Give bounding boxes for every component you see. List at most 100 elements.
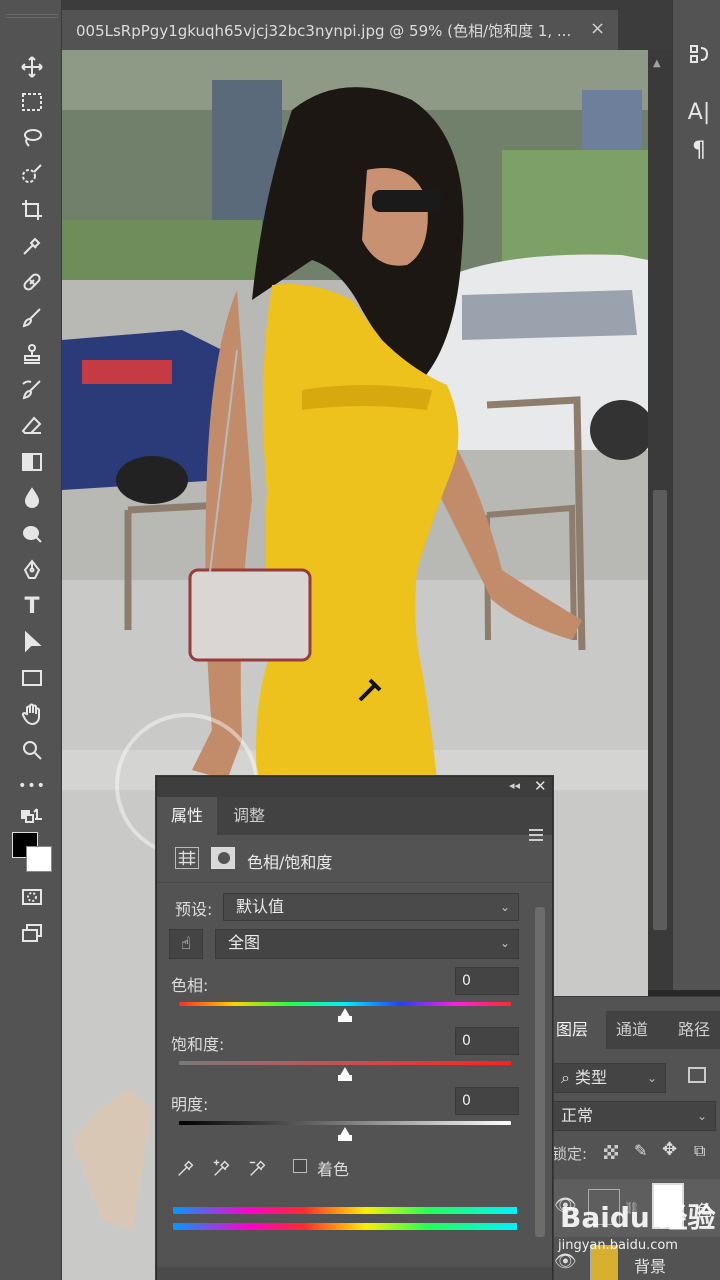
layer-filter-value: 类型 [575, 1068, 608, 1087]
eyedropper-icon[interactable] [175, 1157, 199, 1181]
history-panel-icon[interactable] [685, 42, 713, 72]
collapse-panel-icon[interactable]: ◂◂ [509, 779, 520, 792]
tab-channels[interactable]: 通道 [616, 1011, 666, 1049]
right-panel-strip: A| ¶ [672, 0, 720, 990]
close-document-icon[interactable]: × [590, 18, 605, 39]
range-select[interactable]: 全图 ⌄ [215, 929, 519, 959]
canvas-scrollbar[interactable]: ▲ [648, 50, 672, 990]
eyedropper-add-icon[interactable] [211, 1157, 235, 1181]
layers-panel-tabs: 图层 通道 路径 [548, 1011, 720, 1049]
type-tool-icon[interactable]: T [14, 591, 50, 621]
path-select-tool-icon[interactable] [14, 627, 50, 657]
brush-tool-icon[interactable] [14, 303, 50, 333]
quick-select-tool-icon[interactable] [14, 159, 50, 189]
dodge-tool-icon[interactable] [14, 519, 50, 549]
more-tools-icon[interactable]: ••• [14, 771, 50, 801]
lock-transparency-icon[interactable] [604, 1145, 618, 1159]
swap-colors-icon[interactable] [14, 803, 50, 827]
properties-scrollbar[interactable] [535, 907, 545, 1267]
properties-panel-titlebar[interactable]: ◂◂ ✕ [157, 777, 552, 797]
lock-label: 锁定: [552, 1145, 588, 1163]
lock-pixels-icon[interactable]: ✎ [634, 1141, 647, 1160]
saturation-slider-handle[interactable] [338, 1067, 352, 1081]
zoom-tool-icon[interactable] [14, 735, 50, 765]
tab-adjustments[interactable]: 调整 [219, 797, 279, 835]
chevron-down-icon: ⌄ [499, 900, 510, 914]
more-tools-glyph: ••• [18, 778, 46, 794]
type-tool-glyph: T [24, 593, 40, 619]
rectangle-tool-icon[interactable] [14, 663, 50, 693]
properties-tabs: 属性 调整 [157, 797, 552, 841]
paragraph-panel-icon[interactable]: ¶ [685, 138, 713, 168]
layer-mask-icon[interactable] [211, 847, 235, 869]
colorize-label: 着色 [317, 1160, 350, 1179]
canvas-scroll-thumb[interactable] [653, 490, 667, 930]
tab-paths[interactable]: 路径 [678, 1011, 720, 1049]
hue-slider-track[interactable] [179, 1002, 511, 1006]
properties-scroll-thumb[interactable] [535, 907, 545, 1237]
hue-slider-handle[interactable] [338, 1008, 352, 1022]
scroll-up-icon[interactable]: ▲ [653, 58, 661, 69]
search-icon: ⌕ [561, 1068, 576, 1087]
blend-mode-value: 正常 [561, 1106, 594, 1125]
hand-tool-icon[interactable] [14, 699, 50, 729]
healing-brush-tool-icon[interactable] [14, 267, 50, 297]
layer-filter-select[interactable]: ⌕ 类型 ⌄ [552, 1063, 666, 1093]
hue-saturation-icon[interactable] [175, 847, 199, 869]
toolbar-grip[interactable] [6, 14, 58, 18]
chevron-down-icon: ⌄ [646, 1071, 657, 1085]
eyedropper-subtract-icon[interactable] [247, 1157, 271, 1181]
document-tab-bar: 005LsRpPgy1gkuqh65vjcj32bc3nynpi.jpg @ 5… [62, 0, 672, 50]
lasso-tool-icon[interactable] [14, 123, 50, 153]
hue-input[interactable]: 0 [455, 967, 519, 995]
colorize-checkbox[interactable] [293, 1159, 307, 1173]
eraser-tool-icon[interactable] [14, 411, 50, 441]
preset-select[interactable]: 默认值 ⌄ [223, 893, 519, 921]
watermark-url: jingyan.baidu.com [558, 1238, 678, 1253]
paragraph-panel-glyph: ¶ [692, 138, 706, 163]
blur-tool-icon[interactable] [14, 483, 50, 513]
tab-properties[interactable]: 属性 [157, 797, 218, 835]
saturation-label: 饱和度: [171, 1035, 225, 1054]
eyedropper-tool-icon[interactable] [14, 231, 50, 261]
tab-layers[interactable]: 图层 [548, 1011, 606, 1049]
chevron-down-icon: ⌄ [696, 1109, 707, 1123]
tools-panel: T ••• [0, 0, 62, 1280]
saturation-slider-track[interactable] [179, 1061, 511, 1065]
lightness-input[interactable]: 0 [455, 1087, 519, 1115]
baidu-watermark: Baidu 经验 jingyan.baidu.com [552, 1192, 720, 1270]
preset-value: 默认值 [236, 897, 285, 916]
blend-mode-select[interactable]: 正常 ⌄ [552, 1101, 716, 1131]
targeted-adjustment-tool[interactable]: ☝ [169, 929, 203, 959]
character-panel-glyph: A| [687, 100, 711, 125]
lightness-label: 明度: [171, 1095, 209, 1114]
image-filter-icon[interactable] [688, 1067, 706, 1083]
document-tab[interactable]: 005LsRpPgy1gkuqh65vjcj32bc3nynpi.jpg @ 5… [62, 10, 618, 50]
lock-artboard-icon[interactable]: ⧉ [694, 1141, 705, 1161]
character-panel-icon[interactable]: A| [685, 100, 713, 130]
saturation-input[interactable]: 0 [455, 1027, 519, 1055]
lock-position-icon[interactable]: ✥ [662, 1139, 677, 1160]
background-color-swatch[interactable] [26, 846, 52, 872]
close-panel-icon[interactable]: ✕ [534, 777, 547, 795]
hue-label: 色相: [171, 976, 209, 995]
properties-panel: ◂◂ ✕ 属性 调整 色相/饱和度 预设: 默认值 ⌄ ☝ 全图 ⌄ 色相: 0… [156, 776, 553, 1280]
input-color-bar [173, 1207, 517, 1214]
marquee-tool-icon[interactable] [14, 87, 50, 117]
pen-tool-icon[interactable] [14, 555, 50, 585]
crop-tool-icon[interactable] [14, 195, 50, 225]
watermark-brand: Baidu 经验 [560, 1201, 716, 1234]
adjustment-title: 色相/饱和度 [247, 853, 333, 872]
quick-mask-icon[interactable] [14, 882, 50, 912]
history-brush-tool-icon[interactable] [14, 375, 50, 405]
screen-mode-icon[interactable] [14, 918, 50, 948]
lightness-slider-handle[interactable] [338, 1127, 352, 1141]
output-color-bar [173, 1223, 517, 1230]
move-tool-icon[interactable] [14, 52, 50, 82]
clone-stamp-tool-icon[interactable] [14, 339, 50, 369]
document-tab-title: 005LsRpPgy1gkuqh65vjcj32bc3nynpi.jpg @ 5… [76, 21, 572, 40]
preset-label: 预设: [175, 900, 213, 919]
lightness-slider-track[interactable] [179, 1121, 511, 1125]
chevron-down-icon: ⌄ [499, 936, 510, 950]
gradient-tool-icon[interactable] [14, 447, 50, 477]
